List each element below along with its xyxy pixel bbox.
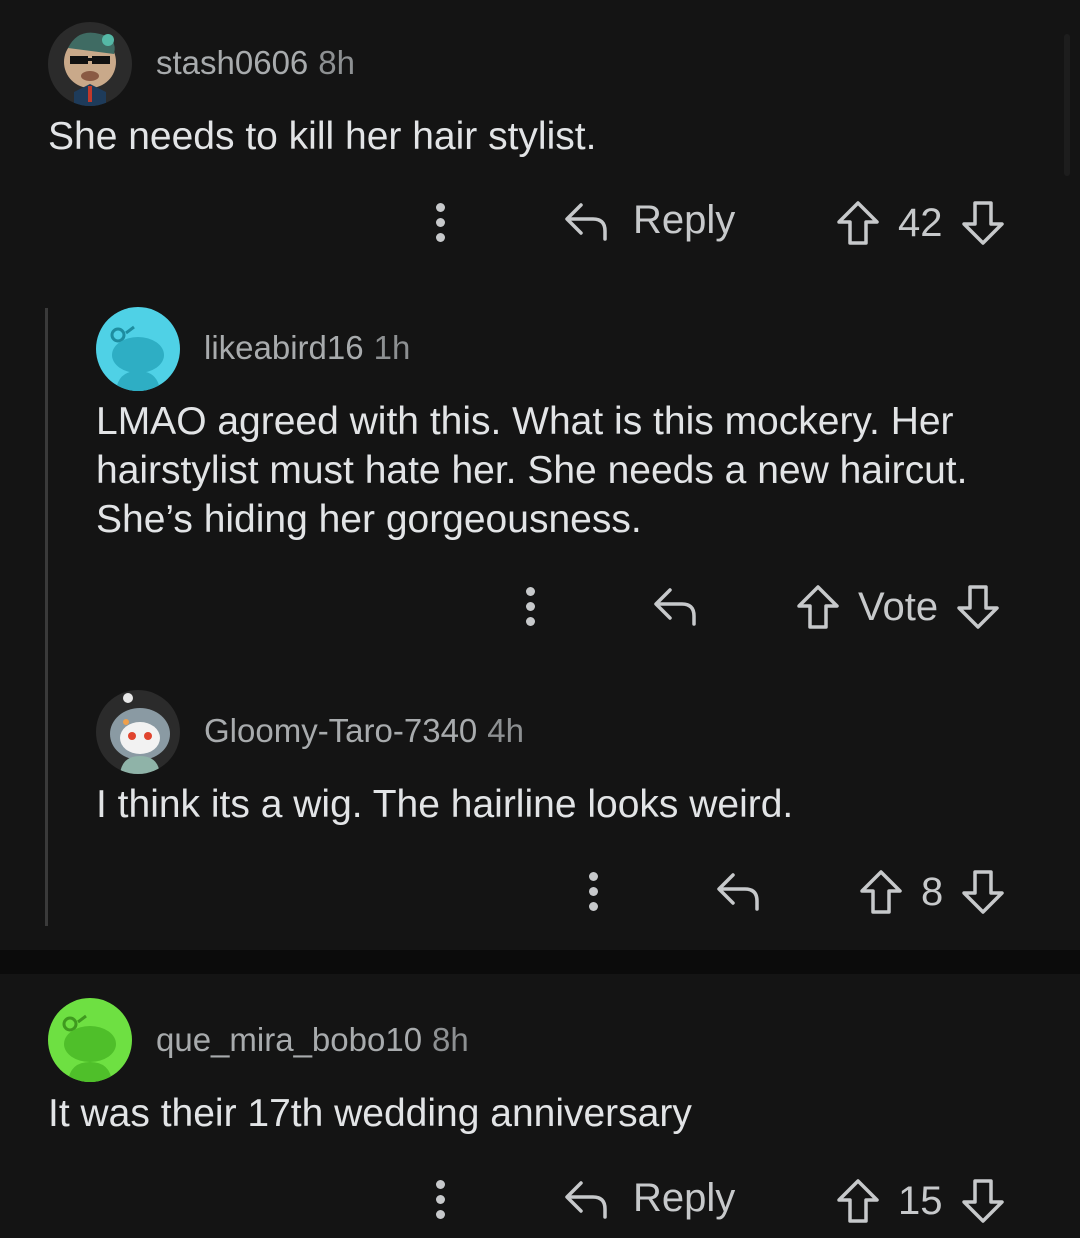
vote-score: 8 [921,869,944,914]
comment-body: It was their 17th wedding anniversary [48,1092,692,1135]
downvote-arrow-icon[interactable] [961,869,1005,915]
dot-icon [436,218,445,227]
more-options-button[interactable] [436,203,446,243]
comment-line: hairstylist must hate her. She needs a n… [96,449,968,492]
upvote-arrow-icon[interactable] [796,584,840,630]
reply-button[interactable]: Reply [563,1176,735,1221]
reply-button[interactable] [715,869,761,913]
username-text[interactable]: que_mira_bobo10 [156,1021,422,1058]
vote-label: Vote [858,584,939,629]
vote-control: 8 [859,869,1005,915]
snoo-avatar-icon [110,325,164,391]
reply-arrow-icon [717,873,759,911]
dot-icon [526,602,535,611]
dot-icon [436,203,445,212]
vote-control: 42 [836,200,1005,246]
comment-line: LMAO agreed with this. What is this mock… [96,400,954,443]
dot-icon [436,233,445,242]
username[interactable]: likeabird16 1h [204,329,410,367]
comment-body: LMAO agreed with this. What is this mock… [96,397,967,544]
reply-label: Reply [633,1176,736,1220]
username[interactable]: stash0606 8h [156,44,355,82]
more-options-button[interactable] [526,587,536,627]
dot-icon [526,587,535,596]
upvote-arrow-icon[interactable] [859,869,903,915]
user-avatar-icon [64,32,116,106]
dot-icon [589,902,598,911]
reply-label: Reply [633,198,736,242]
username-text[interactable]: likeabird16 [204,329,364,366]
reply-arrow-icon [565,1180,607,1219]
upvote-arrow-icon[interactable] [836,200,880,246]
comment-body: I think its a wig. The hairline looks we… [96,783,794,826]
comment-time: 8h [318,44,356,81]
username[interactable]: Gloomy-Taro-7340 4h [204,712,524,750]
dot-icon [589,887,598,896]
comment-body: She needs to kill her hair stylist. [48,115,597,158]
downvote-arrow-icon[interactable] [961,1178,1005,1224]
vote-score: 15 [898,1178,943,1223]
reply-thread-line[interactable] [45,308,48,926]
comment-time: 4h [487,712,524,749]
vote-control: 15 [836,1178,1005,1224]
comment-time: 8h [432,1021,469,1058]
snoo-avatar-icon [110,693,170,774]
username-text[interactable]: stash0606 [156,44,308,81]
dot-icon [526,617,535,626]
vote-score: 42 [898,200,943,245]
reply-arrow-icon [565,202,607,241]
avatar[interactable] [48,22,132,106]
scrollbar[interactable] [1064,34,1070,176]
dot-icon [436,1210,445,1219]
comment-line: She’s hiding her gorgeousness. [96,498,642,541]
more-options-button[interactable] [436,1180,446,1220]
reply-arrow-icon [654,588,696,626]
thread-separator [0,950,1080,974]
downvote-arrow-icon[interactable] [956,584,1000,630]
avatar[interactable] [96,307,180,391]
vote-control: Vote [796,584,1000,630]
dot-icon [436,1180,445,1189]
reply-button[interactable]: Reply [563,198,735,243]
snoo-avatar-icon [62,1014,116,1082]
dot-icon [589,872,598,881]
username-text[interactable]: Gloomy-Taro-7340 [204,712,477,749]
downvote-arrow-icon[interactable] [961,200,1005,246]
more-options-button[interactable] [589,872,599,912]
username[interactable]: que_mira_bobo10 8h [156,1021,469,1059]
avatar[interactable] [96,690,180,774]
dot-icon [436,1195,445,1204]
comment-time: 1h [373,329,411,366]
upvote-arrow-icon[interactable] [836,1178,880,1224]
avatar[interactable] [48,998,132,1082]
reply-button[interactable] [652,584,698,628]
